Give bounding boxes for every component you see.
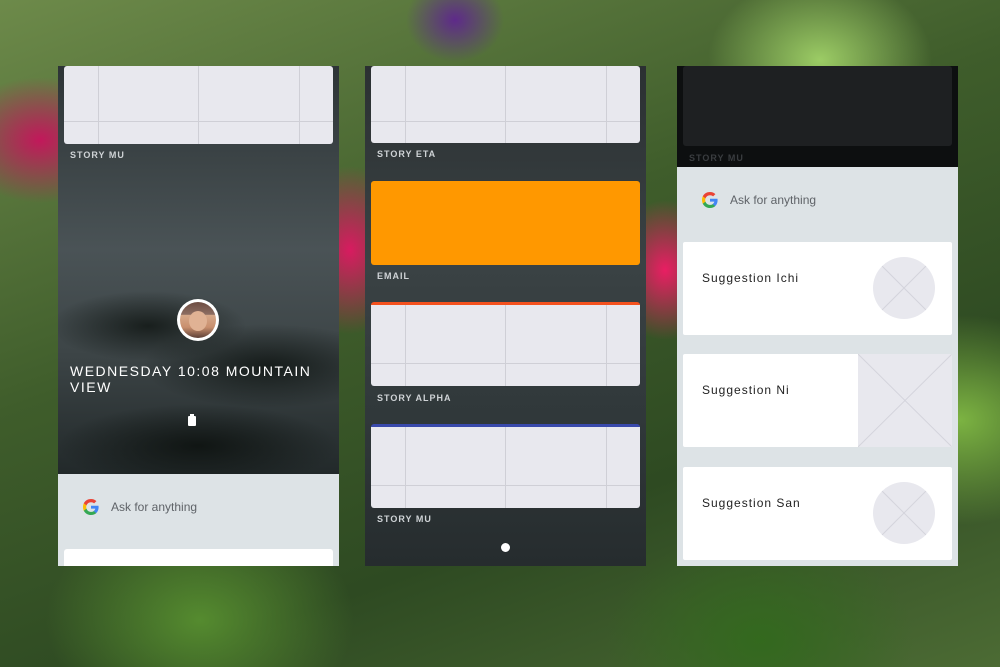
suggestion-title: Suggestion Ichi — [702, 271, 800, 285]
google-icon — [702, 192, 718, 208]
suggestion-card-ichi[interactable]: Suggestion Ichi — [683, 242, 952, 335]
home-indicator-dot[interactable] — [501, 543, 510, 552]
story-card-mu[interactable] — [683, 66, 952, 146]
story-label: STORY MU — [70, 150, 125, 160]
story-card-mu[interactable] — [371, 424, 640, 508]
story-stack-panel: STORY ETA EMAIL STORY ALPHA STORY MU — [365, 66, 646, 566]
story-card-mu[interactable] — [64, 66, 333, 144]
date-time: WEDNESDAY 10:08 MOUNTAIN VIEW — [70, 363, 312, 395]
user-avatar[interactable] — [177, 299, 219, 341]
suggestion-image-square — [858, 354, 952, 447]
suggestion-card-ni[interactable]: Suggestion Ni — [683, 354, 952, 447]
suggestion-title: Suggestion Ni — [702, 383, 790, 397]
lockscreen-panel: STORY MU WEDNESDAY 10:08 MOUNTAIN VIEW A… — [58, 66, 339, 566]
suggestion-card-san[interactable]: Suggestion San — [683, 467, 952, 560]
battery-icon — [188, 414, 196, 426]
suggestion-title: Suggestion San — [702, 496, 801, 510]
partial-card[interactable] — [64, 549, 333, 566]
search-bar[interactable]: Ask for anything — [58, 474, 339, 566]
email-card[interactable] — [371, 181, 640, 265]
story-label: STORY MU — [689, 153, 744, 163]
story-card-alpha[interactable] — [371, 302, 640, 386]
search-placeholder: Ask for anything — [111, 500, 198, 514]
search-placeholder[interactable]: Ask for anything — [730, 193, 816, 207]
suggestions-panel: STORY MU Ask for anything Suggestion Ich… — [677, 66, 958, 566]
story-label-mu: STORY MU — [377, 514, 432, 524]
story-card-eta[interactable] — [371, 66, 640, 143]
suggestion-image-circle — [873, 482, 935, 544]
story-label-email: EMAIL — [377, 271, 410, 281]
suggestion-image-circle — [873, 257, 935, 319]
story-label-eta: STORY ETA — [377, 149, 437, 159]
google-icon — [83, 499, 99, 515]
story-label-alpha: STORY ALPHA — [377, 393, 452, 403]
